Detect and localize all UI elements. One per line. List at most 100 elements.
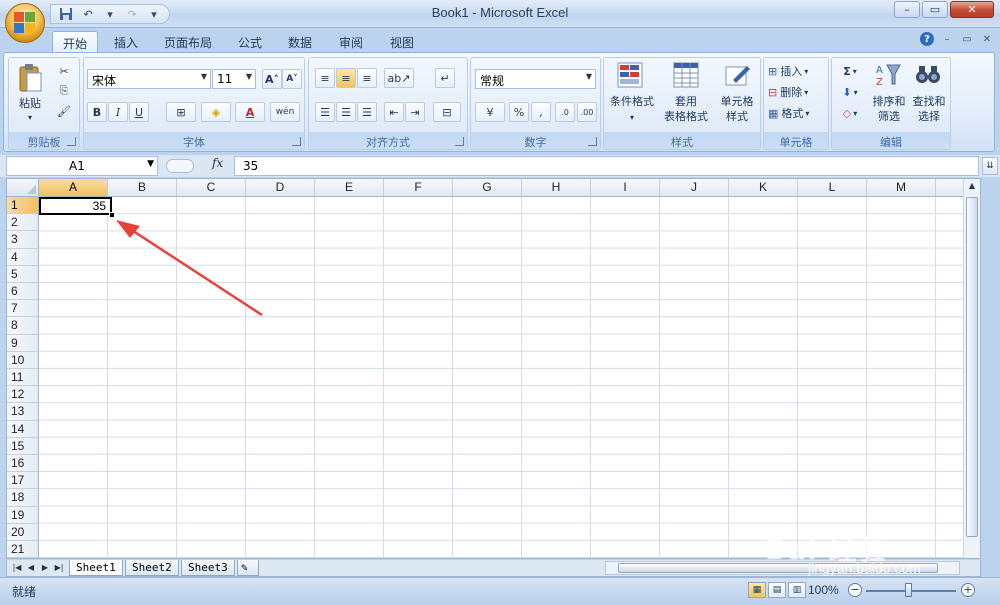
cell-styles-label-2[interactable]: 样式	[714, 109, 760, 124]
ribbon-minimize-icon[interactable]: –	[940, 32, 954, 46]
insert-cells-button[interactable]: ⊞ 插入 ▾	[768, 62, 826, 80]
fill-handle[interactable]	[109, 212, 115, 218]
currency-icon[interactable]: ¥	[475, 102, 505, 122]
sort-filter-label-1[interactable]: 排序和	[868, 94, 910, 109]
name-box[interactable]: A1 ▼	[6, 156, 158, 176]
conditional-formatting-button[interactable]: 条件格式	[606, 94, 658, 109]
page-layout-view-icon[interactable]: ▤	[768, 582, 786, 598]
font-name-select[interactable]: 宋体 ▼	[87, 69, 211, 89]
row-header[interactable]: 20	[7, 523, 39, 541]
vertical-scrollbar[interactable]: ▲	[963, 179, 980, 558]
office-button[interactable]	[5, 3, 45, 43]
row-header[interactable]: 16	[7, 455, 39, 473]
decrease-indent-icon[interactable]: ⇤	[384, 102, 404, 122]
ribbon-close-icon[interactable]: ✕	[980, 32, 994, 46]
italic-button[interactable]: I	[108, 102, 128, 122]
row-header[interactable]: 7	[7, 300, 39, 318]
column-header[interactable]: L	[798, 179, 867, 197]
format-cells-button[interactable]: ▦ 格式 ▾	[768, 104, 826, 122]
autosum-icon[interactable]: Σ ▾	[836, 62, 864, 80]
last-sheet-icon[interactable]: ▶|	[53, 562, 65, 574]
row-header[interactable]: 8	[7, 317, 39, 335]
delete-cells-button[interactable]: ⊟ 删除 ▾	[768, 83, 826, 101]
vertical-scroll-thumb[interactable]	[966, 197, 978, 537]
clipboard-launcher-icon[interactable]	[67, 137, 76, 146]
cell-area[interactable]	[39, 197, 980, 558]
row-header[interactable]: 11	[7, 369, 39, 387]
row-header[interactable]: 14	[7, 420, 39, 438]
tab-formulas[interactable]: 公式	[228, 31, 272, 52]
column-header[interactable]: A	[39, 179, 108, 197]
percent-button[interactable]: %	[509, 102, 529, 122]
paste-dropdown-icon[interactable]: ▾	[11, 110, 49, 125]
tab-review[interactable]: 审阅	[329, 31, 373, 52]
fill-color-button[interactable]: ◈	[201, 102, 231, 122]
sheet-tab-2[interactable]: Sheet2	[125, 560, 179, 576]
row-header[interactable]: 9	[7, 334, 39, 352]
format-as-table-icon[interactable]	[672, 61, 700, 89]
column-header[interactable]: B	[108, 179, 177, 197]
page-break-view-icon[interactable]: ▥	[788, 582, 806, 598]
worksheet-grid[interactable]: ABCDEFGHIJKLMN 1234567891011121314151617…	[6, 178, 981, 559]
column-header[interactable]: C	[177, 179, 246, 197]
help-icon[interactable]: ?	[920, 32, 934, 46]
expand-formula-bar-icon[interactable]: ⇊	[982, 157, 998, 175]
fill-down-icon[interactable]: ⬇ ▾	[836, 83, 864, 101]
chevron-down-icon[interactable]: ▼	[147, 159, 154, 169]
conditional-formatting-icon[interactable]	[616, 61, 644, 89]
column-header[interactable]: F	[384, 179, 453, 197]
column-header[interactable]: M	[867, 179, 936, 197]
merge-center-icon[interactable]: ⊟	[433, 102, 461, 122]
column-header[interactable]: D	[246, 179, 315, 197]
minimize-button[interactable]: –	[894, 1, 920, 18]
cell-styles-label-1[interactable]: 单元格	[714, 94, 760, 109]
font-size-select[interactable]: 11 ▼	[212, 69, 256, 89]
border-button[interactable]: ⊞	[166, 102, 196, 122]
row-header[interactable]: 21	[7, 541, 39, 558]
increase-indent-icon[interactable]: ⇥	[405, 102, 425, 122]
row-header[interactable]: 10	[7, 351, 39, 369]
align-middle-icon[interactable]: ≡	[336, 68, 356, 88]
tab-home[interactable]: 开始	[52, 31, 99, 53]
row-header[interactable]: 4	[7, 248, 39, 266]
active-cell-a1[interactable]: 35	[39, 197, 112, 215]
row-header[interactable]: 13	[7, 403, 39, 421]
cut-icon[interactable]: ✂	[55, 62, 73, 80]
row-header[interactable]: 3	[7, 231, 39, 249]
select-all-button[interactable]	[7, 179, 39, 197]
align-top-icon[interactable]: ≡	[315, 68, 335, 88]
alignment-launcher-icon[interactable]	[455, 137, 464, 146]
zoom-slider-thumb[interactable]	[905, 583, 912, 597]
clear-icon[interactable]: ◇ ▾	[836, 104, 864, 122]
copy-icon[interactable]: ⎘	[55, 82, 73, 100]
tab-insert[interactable]: 插入	[104, 31, 148, 52]
format-painter-icon[interactable]: 🖌	[55, 102, 73, 120]
close-button[interactable]: ✕	[950, 1, 994, 18]
number-format-select[interactable]: 常规 ▼	[475, 69, 596, 89]
formula-input[interactable]: 35	[234, 156, 979, 176]
row-header[interactable]: 18	[7, 489, 39, 507]
tab-data[interactable]: 数据	[278, 31, 322, 52]
find-select-label-2[interactable]: 选择	[908, 109, 950, 124]
column-header[interactable]: J	[660, 179, 729, 197]
font-color-button[interactable]: A	[235, 102, 265, 122]
next-sheet-icon[interactable]: ▶	[39, 562, 51, 574]
insert-sheet-icon[interactable]: ✎	[237, 560, 259, 576]
row-header[interactable]: 12	[7, 386, 39, 404]
row-header[interactable]: 2	[7, 214, 39, 232]
row-header[interactable]: 17	[7, 472, 39, 490]
paste-icon[interactable]	[15, 62, 45, 94]
zoom-out-icon[interactable]: −	[848, 583, 862, 597]
scroll-up-icon[interactable]: ▲	[966, 181, 978, 193]
format-as-table-label-2[interactable]: 表格格式	[656, 109, 716, 124]
sheet-tab-3[interactable]: Sheet3	[181, 560, 235, 576]
row-header[interactable]: 15	[7, 437, 39, 455]
find-select-icon[interactable]	[914, 61, 942, 89]
column-header[interactable]: G	[453, 179, 522, 197]
font-launcher-icon[interactable]	[292, 137, 301, 146]
comma-button[interactable]: ,	[531, 102, 551, 122]
restore-button[interactable]: ▭	[922, 1, 948, 18]
cell-styles-icon[interactable]	[724, 61, 752, 89]
tab-view[interactable]: 视图	[380, 31, 424, 52]
insert-function-icon[interactable]: fx	[212, 156, 223, 170]
